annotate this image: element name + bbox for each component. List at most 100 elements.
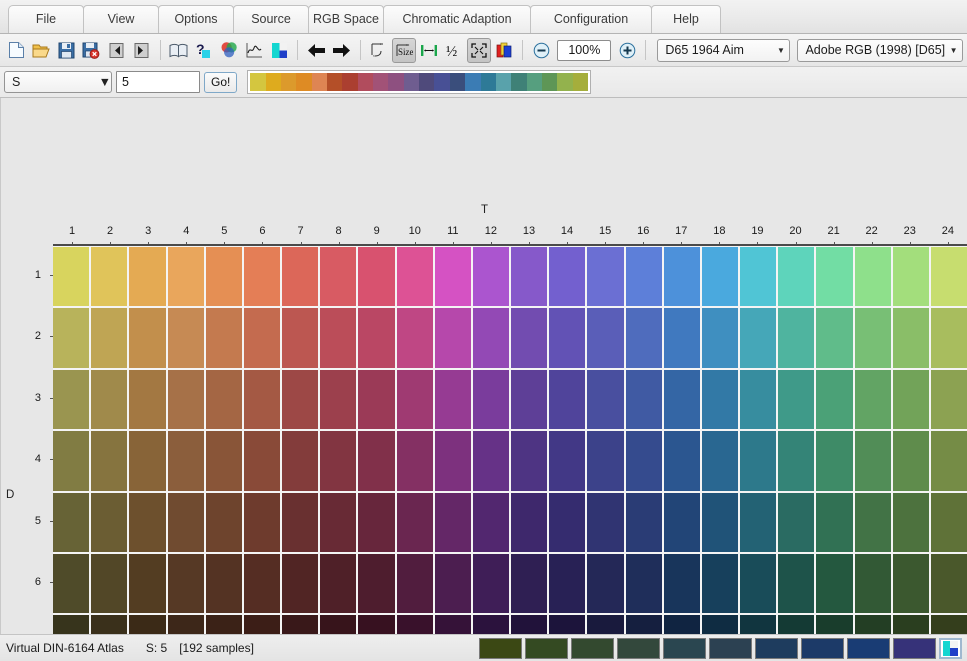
color-sample-cell[interactable] bbox=[816, 247, 853, 307]
color-sample-cell[interactable] bbox=[243, 553, 281, 614]
color-sample-cell[interactable] bbox=[663, 553, 700, 614]
color-sample-cell[interactable] bbox=[587, 492, 624, 552]
color-sample-cell[interactable] bbox=[854, 615, 891, 634]
color-sample-cell[interactable] bbox=[625, 615, 662, 634]
color-sample-cell[interactable] bbox=[740, 615, 777, 634]
axis-value-input[interactable]: 5 bbox=[116, 71, 200, 93]
hue-strip-swatch[interactable] bbox=[541, 73, 558, 91]
color-sample-cell[interactable] bbox=[930, 247, 967, 307]
color-sample-cell[interactable] bbox=[930, 492, 967, 552]
recent-color-swatch[interactable] bbox=[755, 638, 798, 659]
forward-arrow-icon[interactable] bbox=[329, 38, 353, 63]
color-sample-cell[interactable] bbox=[778, 431, 815, 491]
recent-color-swatch[interactable] bbox=[479, 638, 522, 659]
color-sample-cell[interactable] bbox=[91, 615, 128, 634]
color-sample-cell[interactable] bbox=[129, 247, 166, 307]
recent-color-swatch[interactable] bbox=[801, 638, 844, 659]
color-wheel-icon[interactable] bbox=[217, 38, 241, 63]
color-sample-cell[interactable] bbox=[663, 247, 700, 307]
color-sample-cell[interactable] bbox=[511, 492, 548, 552]
color-sample-cell[interactable] bbox=[91, 369, 128, 430]
hue-strip-swatch[interactable] bbox=[265, 73, 282, 91]
color-sample-cell[interactable] bbox=[472, 308, 510, 368]
hue-strip-swatch[interactable] bbox=[465, 73, 481, 91]
color-sample-cell[interactable] bbox=[434, 369, 471, 430]
color-sample-cell[interactable] bbox=[282, 431, 319, 491]
color-sample-cell[interactable] bbox=[434, 553, 471, 614]
color-sample-cell[interactable] bbox=[434, 247, 471, 307]
color-sample-cell[interactable] bbox=[816, 492, 853, 552]
hue-strip-swatch[interactable] bbox=[572, 73, 588, 91]
color-sample-cell[interactable] bbox=[587, 308, 624, 368]
color-sample-cell[interactable] bbox=[663, 615, 700, 634]
hue-strip-swatch[interactable] bbox=[281, 73, 297, 91]
color-sample-cell[interactable] bbox=[243, 492, 281, 552]
half-size-icon[interactable]: ½ bbox=[442, 38, 466, 63]
color-sample-cell[interactable] bbox=[587, 553, 624, 614]
color-sample-cell[interactable] bbox=[243, 247, 281, 307]
color-sample-cell[interactable] bbox=[549, 247, 586, 307]
color-sample-cell[interactable] bbox=[816, 431, 853, 491]
color-sample-cell[interactable] bbox=[854, 308, 891, 368]
menu-view[interactable]: View bbox=[83, 5, 159, 33]
color-sample-cell[interactable] bbox=[549, 369, 586, 430]
rgb-space-select[interactable]: Adobe RGB (1998) [D65] ▼ bbox=[797, 38, 964, 62]
color-sample-cell[interactable] bbox=[472, 431, 510, 491]
color-sample-cell[interactable] bbox=[472, 492, 510, 552]
color-sample-cell[interactable] bbox=[892, 247, 929, 307]
color-sample-cell[interactable] bbox=[892, 492, 929, 552]
menu-options[interactable]: Options bbox=[158, 5, 234, 33]
color-sample-cell[interactable] bbox=[511, 615, 548, 634]
color-sample-cell[interactable] bbox=[358, 431, 395, 491]
menu-rgb-space[interactable]: RGB Space bbox=[308, 5, 384, 33]
color-sample-cell[interactable] bbox=[129, 492, 166, 552]
color-sample-cell[interactable] bbox=[740, 369, 777, 430]
color-sample-cell[interactable] bbox=[205, 553, 242, 614]
color-sample-cell[interactable] bbox=[625, 369, 662, 430]
color-sample-cell[interactable] bbox=[320, 247, 357, 307]
color-sample-cell[interactable] bbox=[587, 615, 624, 634]
color-sample-cell[interactable] bbox=[701, 369, 739, 430]
color-sample-cell[interactable] bbox=[511, 247, 548, 307]
color-sample-cell[interactable] bbox=[816, 615, 853, 634]
color-sample-cell[interactable] bbox=[243, 431, 281, 491]
color-sample-cell[interactable] bbox=[511, 431, 548, 491]
color-sample-cell[interactable] bbox=[53, 553, 90, 614]
color-sample-cell[interactable] bbox=[892, 431, 929, 491]
color-sample-cell[interactable] bbox=[396, 615, 433, 634]
color-sample-cell[interactable] bbox=[549, 615, 586, 634]
open-folder-icon[interactable] bbox=[29, 38, 53, 63]
color-sample-cell[interactable] bbox=[701, 308, 739, 368]
save-icon[interactable] bbox=[54, 38, 78, 63]
color-sample-cell[interactable] bbox=[892, 553, 929, 614]
color-sample-cell[interactable] bbox=[625, 308, 662, 368]
color-sample-cell[interactable] bbox=[396, 431, 433, 491]
color-sample-cell[interactable] bbox=[472, 247, 510, 307]
recent-color-swatch[interactable] bbox=[893, 638, 936, 659]
color-sample-cell[interactable] bbox=[663, 431, 700, 491]
color-sample-cell[interactable] bbox=[663, 492, 700, 552]
hue-strip-swatch[interactable] bbox=[373, 73, 389, 91]
color-sample-cell[interactable] bbox=[243, 369, 281, 430]
full-screen-icon[interactable] bbox=[467, 37, 492, 63]
color-sample-cell[interactable] bbox=[129, 615, 166, 634]
hue-preview-strip[interactable] bbox=[247, 70, 591, 94]
hue-strip-swatch[interactable] bbox=[449, 73, 466, 91]
color-sample-cell[interactable] bbox=[205, 615, 242, 634]
recent-color-swatch[interactable] bbox=[617, 638, 660, 659]
color-sample-cell[interactable] bbox=[167, 431, 204, 491]
color-sample-cell[interactable] bbox=[816, 553, 853, 614]
color-sample-cell[interactable] bbox=[205, 492, 242, 552]
color-sample-cell[interactable] bbox=[53, 308, 90, 368]
hue-strip-swatch[interactable] bbox=[434, 73, 450, 91]
color-sample-cell[interactable] bbox=[282, 369, 319, 430]
color-sample-cell[interactable] bbox=[358, 492, 395, 552]
color-sample-cell[interactable] bbox=[53, 615, 90, 634]
menu-chromatic-adaption[interactable]: Chromatic Adaption bbox=[383, 5, 531, 33]
color-sample-cell[interactable] bbox=[53, 369, 90, 430]
color-sample-cell[interactable] bbox=[434, 308, 471, 368]
color-sample-cell[interactable] bbox=[282, 553, 319, 614]
help-query-icon[interactable]: ? bbox=[192, 38, 216, 63]
color-sample-cell[interactable] bbox=[511, 308, 548, 368]
color-sample-cell[interactable] bbox=[434, 431, 471, 491]
